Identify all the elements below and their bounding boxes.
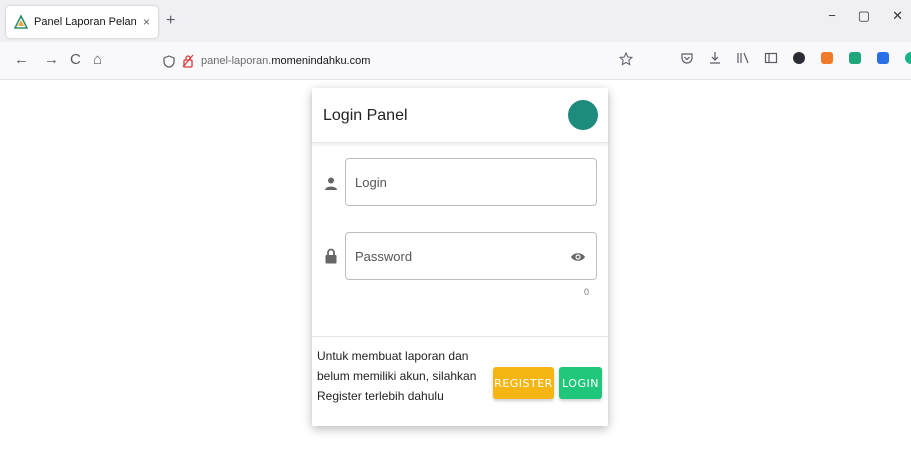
extension-blue-icon[interactable] (876, 51, 890, 65)
password-placeholder: Password (355, 248, 413, 264)
extension-dark-icon[interactable] (792, 51, 806, 65)
extension-teal-icon[interactable] (904, 51, 911, 65)
tab-strip: Panel Laporan Pelanggaran × + − ▢ ✕ (0, 0, 911, 42)
theme-toggle-button[interactable] (568, 100, 598, 130)
card-header: Login Panel (312, 88, 608, 143)
url-domain: momenindahku.com (271, 55, 371, 67)
shield-icon (163, 54, 175, 68)
url-text[interactable]: panel-laporan.momenindahku.com (201, 55, 370, 67)
password-counter: 0 (583, 287, 589, 297)
forward-button[interactable]: → (44, 51, 59, 68)
eye-icon[interactable] (570, 249, 586, 265)
register-note: Untuk membuat laporan dan belum memiliki… (317, 349, 477, 403)
login-button[interactable]: LOGIN (559, 367, 602, 399)
close-window-button[interactable]: ✕ (892, 8, 903, 24)
login-card: Login Panel Login Password 0 Untuk membu… (312, 88, 608, 426)
close-tab-icon[interactable]: × (143, 15, 150, 29)
new-tab-button[interactable]: + (166, 12, 175, 30)
triangle-logo-icon (14, 15, 28, 29)
pocket-icon[interactable] (680, 51, 694, 65)
password-field[interactable]: Password (345, 232, 597, 280)
minimize-button[interactable]: − (828, 8, 836, 24)
login-field[interactable]: Login (345, 158, 597, 206)
back-button[interactable]: ← (14, 51, 29, 68)
url-prefix: panel-laporan. (201, 55, 272, 67)
reload-button[interactable]: C (70, 51, 81, 68)
moon-icon (580, 108, 587, 122)
insecure-lock-icon[interactable] (182, 54, 194, 68)
browser-tab[interactable]: Panel Laporan Pelanggaran × (6, 6, 158, 38)
login-placeholder: Login (355, 174, 387, 190)
page-title: Login Panel (323, 107, 408, 124)
library-icon[interactable] (736, 51, 750, 65)
navigation-bar: ← → C ⌂ panel-laporan.momenindahku.com ☰ (0, 42, 911, 80)
window-controls: − ▢ ✕ (828, 8, 911, 24)
restore-button[interactable]: ▢ (858, 8, 870, 24)
sidebar-icon[interactable] (764, 51, 778, 65)
toolbar-right: ☰ (680, 51, 911, 65)
download-icon[interactable] (708, 51, 722, 65)
star-icon[interactable] (619, 52, 633, 66)
extension-orange-icon[interactable] (820, 51, 834, 65)
url-bar[interactable]: panel-laporan.momenindahku.com (155, 47, 633, 75)
register-button[interactable]: REGISTER (493, 367, 554, 399)
extension-green-icon[interactable] (848, 51, 862, 65)
home-button[interactable]: ⌂ (93, 51, 102, 68)
lock-icon (325, 248, 337, 264)
tab-title: Panel Laporan Pelanggaran (34, 16, 137, 28)
person-icon (325, 177, 337, 190)
divider (312, 336, 608, 337)
